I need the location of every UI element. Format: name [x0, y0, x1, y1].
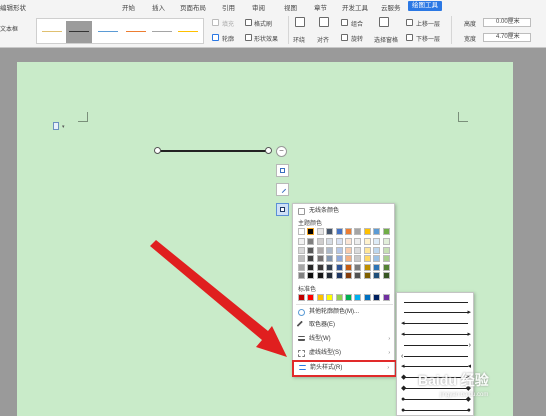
pointer-arrow-annotation	[150, 240, 287, 357]
pointer-arrow	[150, 240, 287, 357]
watermark-url: jingyan.baidu.com	[440, 392, 489, 398]
watermark-logo: Baidu 经验	[418, 372, 489, 388]
